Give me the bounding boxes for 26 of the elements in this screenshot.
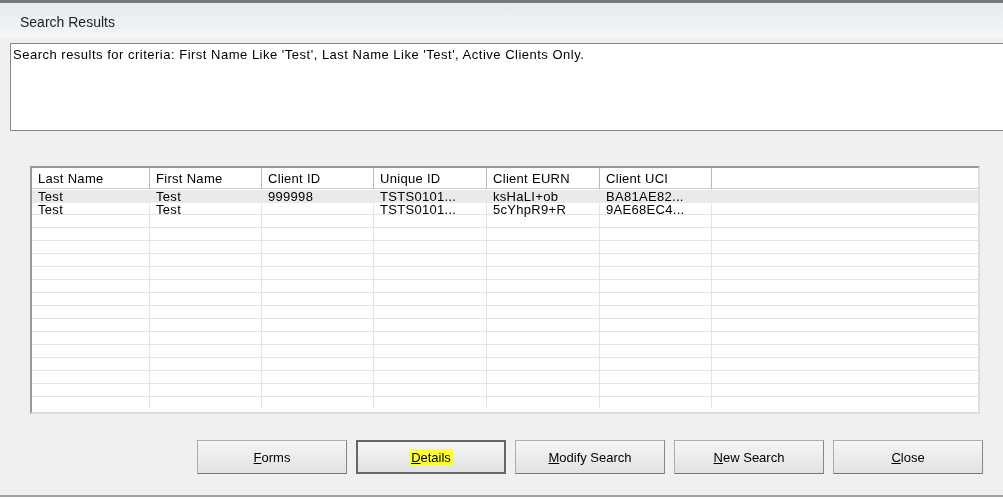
table-cell: Test (38, 189, 64, 204)
criteria-text: Search results for criteria: First Name Like 'Test', Last Name Like 'Test', Active Clients Only. (13, 47, 585, 62)
table-cell: ksHaLI+ob (493, 189, 559, 204)
table-cell: Test (156, 202, 182, 217)
table-cell: TSTS0101... (380, 202, 457, 217)
table-cell: 5cYhpR9+R (493, 202, 567, 217)
table-cell: TSTS0101... (380, 189, 457, 204)
column-header[interactable]: Unique ID (374, 168, 487, 188)
column-header[interactable]: Client ID (262, 168, 374, 188)
dialog-button[interactable]: Close (833, 440, 983, 474)
table-row[interactable]: Test Test TSTS0101... 5cYhpR9+R 9AE68EC4... (32, 203, 978, 216)
column-header[interactable]: Client EURN (487, 168, 600, 188)
table-row[interactable]: Test Test 999998 TSTS0101... ksHaLI+ob BA81AE82... (32, 190, 978, 203)
dialog-button[interactable]: Forms (197, 440, 347, 474)
dialog-button[interactable]: Modify Search (515, 440, 665, 474)
window-title: Search Results (20, 14, 115, 30)
table-cell: Test (156, 189, 182, 204)
dialog-button[interactable]: New Search (674, 440, 824, 474)
table-cell: 9AE68EC4... (606, 202, 685, 217)
column-header[interactable]: Last Name (32, 168, 150, 188)
table-cell: BA81AE82... (606, 189, 684, 204)
column-header[interactable]: First Name (150, 168, 262, 188)
dialog-button[interactable]: Details (356, 440, 506, 474)
column-header[interactable]: Client UCI (600, 168, 712, 188)
table-cell: Test (38, 202, 64, 217)
table-cell: 999998 (268, 189, 314, 204)
